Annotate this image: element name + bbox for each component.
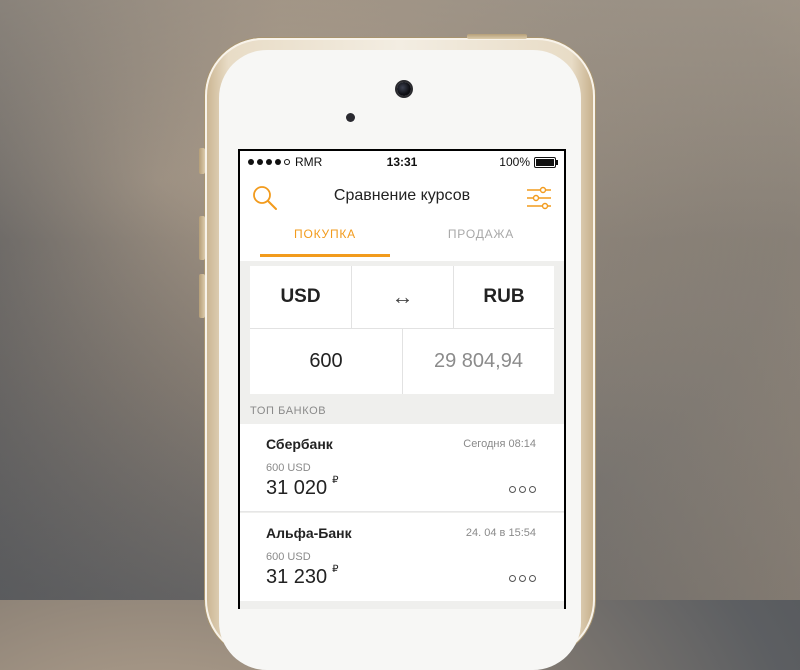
tab-buy[interactable]: ПОКУПКА [260,227,390,257]
app-screen: RMR 13:31 100% Сравнение курсов ПОКУПКА … [240,151,564,609]
swap-currencies-button[interactable]: ↔ [352,266,453,328]
from-amount-input[interactable]: 600 [250,329,402,394]
filter-button[interactable] [524,183,554,213]
bank-name: Альфа-Банк [266,525,352,541]
to-currency-label: RUB [483,286,525,307]
from-amount-value: 600 [309,350,343,372]
filter-settings-icon [527,186,551,210]
more-options-button[interactable] [509,575,536,582]
more-dot-icon [519,486,526,493]
more-dot-icon [509,575,516,582]
status-bar: RMR 13:31 100% [240,151,564,173]
more-dot-icon [519,575,526,582]
more-dot-icon [529,575,536,582]
mute-switch [199,148,205,174]
from-currency-selector[interactable]: USD [250,266,351,328]
converted-amount-value: 31 230 [266,566,328,588]
volume-up-button [199,216,205,260]
bank-name: Сбербанк [266,436,333,452]
bank-list-item[interactable]: Сбербанк Сегодня 08:14 600 USD 31 020 ₽ [240,424,564,512]
rate-timestamp: 24. 04 в 15:54 [465,527,536,539]
navigation-bar: Сравнение курсов [240,173,564,221]
battery-percent: 100% [499,155,530,169]
converted-amount: 31 230 ₽ [266,564,339,589]
ruble-sign: ₽ [332,564,339,575]
tab-sell[interactable]: ПРОДАЖА [416,227,546,257]
tab-bar: ПОКУПКА ПРОДАЖА [240,221,564,261]
active-tab-indicator [260,254,390,257]
converted-amount-value: 31 020 [266,477,328,499]
battery-indicator: 100% [499,155,558,169]
tab-sell-label: ПРОДАЖА [447,227,515,241]
power-button [467,34,527,39]
divider [240,511,564,512]
tab-buy-label: ПОКУПКА [294,227,356,241]
top-banks-heading: ТОП БАНКОВ [250,405,327,417]
proximity-sensor [346,113,355,122]
page-title: Сравнение курсов [333,187,471,204]
from-currency-label: USD [280,286,321,307]
content-area: USD ↔ RUB 600 29 804,94 ТОП БАНКОВ Сберб… [240,261,564,609]
swap-arrows-icon: ↔ [391,284,414,309]
ruble-sign: ₽ [332,475,339,486]
bank-list-item[interactable]: Альфа-Банк 24. 04 в 15:54 600 USD 31 230… [240,513,564,601]
to-amount-field[interactable]: 29 804,94 [403,329,554,394]
to-currency-selector[interactable]: RUB [454,266,554,328]
converted-amount: 31 020 ₽ [266,475,339,500]
currency-converter: USD ↔ RUB 600 29 804,94 [250,266,554,394]
more-dot-icon [529,486,536,493]
amount-subtitle: 600 USD [266,551,311,563]
more-options-button[interactable] [509,486,536,493]
more-dot-icon [509,486,516,493]
phone-screen: RMR 13:31 100% Сравнение курсов ПОКУПКА … [238,149,566,609]
volume-down-button [199,274,205,318]
amount-subtitle: 600 USD [266,462,311,474]
front-camera [397,82,411,96]
rate-timestamp: Сегодня 08:14 [463,438,536,450]
to-amount-value: 29 804,94 [434,350,523,372]
battery-icon [534,156,558,168]
